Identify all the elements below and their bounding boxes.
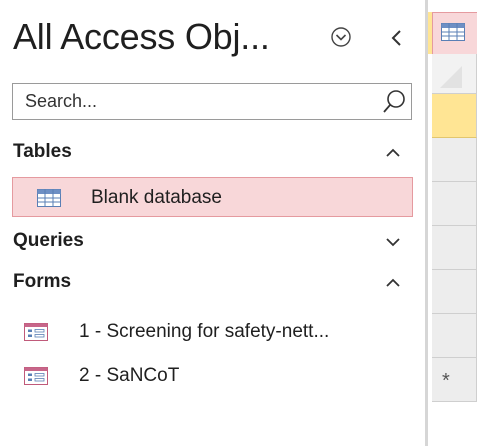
document-tab-blank-database[interactable] [432, 12, 477, 54]
table-icon [441, 23, 465, 41]
group-label-queries: Queries [13, 230, 84, 251]
search-input[interactable] [13, 84, 371, 119]
group-header-forms[interactable]: Forms [0, 267, 419, 301]
chevron-up-icon[interactable] [384, 145, 402, 161]
corner-triangle-icon [440, 66, 462, 88]
form-icon [24, 367, 48, 385]
table-icon [37, 189, 61, 207]
record-selector-column: * [432, 54, 477, 446]
record-selector-new[interactable]: * [432, 358, 477, 402]
navigation-pane: All Access Obj... Tables [0, 0, 419, 446]
search-icon[interactable] [381, 88, 407, 116]
group-header-tables[interactable]: Tables [0, 137, 419, 171]
form-icon [24, 323, 48, 341]
record-selector[interactable] [432, 226, 477, 270]
record-selector[interactable] [432, 270, 477, 314]
group-label-forms: Forms [13, 271, 72, 292]
nav-item-label: Blank database [91, 187, 222, 208]
nav-item-form-sancot[interactable]: 2 - SaNCoT [12, 356, 413, 396]
navigation-pane-header[interactable]: All Access Obj... [0, 12, 419, 68]
record-selector[interactable] [432, 182, 477, 226]
record-selector[interactable] [432, 138, 477, 182]
group-label-tables: Tables [13, 141, 72, 162]
record-selector[interactable] [432, 314, 477, 358]
datasheet-view: * [428, 0, 477, 446]
nav-item-blank-database[interactable]: Blank database [12, 177, 413, 217]
new-record-marker: * [442, 370, 450, 392]
record-selector-current[interactable] [432, 94, 477, 138]
nav-item-label: 2 - SaNCoT [79, 365, 180, 386]
nav-item-form-screening[interactable]: 1 - Screening for safety-nett... [12, 312, 413, 352]
circle-chevron-down-icon[interactable] [330, 26, 352, 48]
nav-item-label: 1 - Screening for safety-nett... [79, 321, 330, 342]
group-header-queries[interactable]: Queries [0, 226, 419, 260]
chevron-left-icon[interactable] [386, 26, 408, 50]
select-all-corner[interactable] [432, 54, 477, 94]
chevron-down-icon[interactable] [384, 234, 402, 250]
chevron-up-icon[interactable] [384, 275, 402, 291]
search-box [12, 83, 412, 120]
navigation-pane-title[interactable]: All Access Obj... [13, 16, 270, 58]
